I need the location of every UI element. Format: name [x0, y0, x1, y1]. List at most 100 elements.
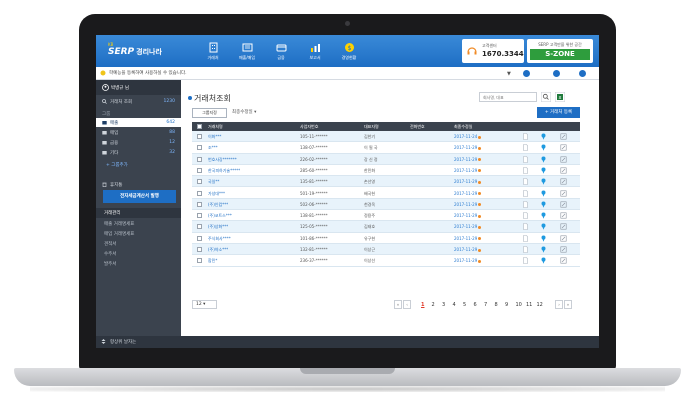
- prev-page-button[interactable]: ‹: [403, 300, 411, 309]
- szone-banner[interactable]: SERP 고객만을 위한 공간 S-ZONE: [527, 39, 593, 63]
- page-number[interactable]: 2: [432, 302, 435, 308]
- table-row[interactable]: (주)상화*** 125-05-****** 김태호 2017-11-29: [192, 221, 580, 233]
- row-checkbox[interactable]: [197, 167, 202, 173]
- page-size-select[interactable]: 12 ▾: [192, 300, 217, 309]
- page-number[interactable]: 5: [463, 302, 466, 308]
- document-icon[interactable]: [522, 223, 529, 231]
- partner-name[interactable]: 조***: [208, 145, 218, 151]
- row-checkbox[interactable]: [197, 213, 202, 219]
- document-icon[interactable]: [522, 155, 529, 163]
- table-row[interactable]: 조*** 138-07-****** 이 필 국 2017-11-29: [192, 142, 580, 154]
- assign-group-button[interactable]: 그룹지정: [192, 108, 227, 118]
- document-icon[interactable]: [522, 167, 529, 174]
- table-row[interactable]: (주)인컴*** 502-06-****** 천경옥 2017-11-29: [192, 198, 580, 211]
- add-partner-button[interactable]: + 거래처 등록: [537, 107, 580, 118]
- edit-icon[interactable]: [560, 201, 567, 208]
- search-input[interactable]: [479, 92, 537, 102]
- location-pin-icon[interactable]: [540, 156, 547, 163]
- partner-name[interactable]: (주)인컴***: [208, 202, 228, 208]
- partner-name[interactable]: (주)상화***: [208, 224, 228, 230]
- row-checkbox[interactable]: [197, 179, 202, 185]
- document-icon[interactable]: [522, 189, 529, 197]
- location-pin-icon[interactable]: [540, 212, 547, 219]
- issue-tax-invoice-button[interactable]: 전자세금계산서 발행: [103, 190, 176, 203]
- location-pin-icon[interactable]: [540, 167, 547, 174]
- row-checkbox[interactable]: [197, 190, 202, 196]
- row-checkbox[interactable]: [197, 156, 202, 162]
- document-icon[interactable]: [522, 178, 529, 185]
- sidebar-link-sales-statement[interactable]: 매출 거래명세표: [104, 221, 134, 227]
- location-pin-icon[interactable]: [540, 144, 547, 152]
- nav-management[interactable]: $ 경영현황: [332, 37, 366, 65]
- page-number[interactable]: 12: [537, 302, 543, 308]
- last-page-button[interactable]: »: [564, 300, 572, 309]
- page-number[interactable]: 9: [505, 302, 508, 308]
- page-number[interactable]: 11: [526, 302, 532, 308]
- sidebar-item-trash[interactable]: 휴지통: [96, 180, 181, 189]
- table-row[interactable]: 가성대*** 501-19-****** 배국헌 2017-11-29: [192, 187, 580, 199]
- partner-name[interactable]: 이화***: [208, 134, 221, 140]
- table-row[interactable]: 국일** 135-81-****** 손선영 2017-11-29: [192, 176, 580, 188]
- edit-icon[interactable]: [560, 235, 567, 242]
- edit-icon[interactable]: [560, 190, 567, 197]
- document-icon[interactable]: [522, 246, 529, 253]
- edit-icon[interactable]: [560, 133, 567, 140]
- settings-icon[interactable]: [553, 70, 560, 77]
- page-number[interactable]: 7: [484, 302, 487, 308]
- sidebar-item-other[interactable]: 기타 32: [96, 148, 181, 157]
- row-checkbox[interactable]: [197, 145, 202, 151]
- home-icon[interactable]: [523, 70, 530, 77]
- location-pin-icon[interactable]: [540, 223, 547, 231]
- sidebar-link-purchase-order[interactable]: 발주서: [104, 261, 116, 267]
- nav-sales-purchase[interactable]: 매출/매입: [230, 37, 264, 65]
- column-header[interactable]: 대표자명: [364, 124, 379, 130]
- table-row[interactable]: (주)약소*** 132-81-****** 이상근 2017-11-29: [192, 244, 580, 256]
- page-number[interactable]: 6: [474, 302, 477, 308]
- sort-arrows-icon[interactable]: [101, 339, 106, 344]
- sidebar-item-purchase[interactable]: 매입 88: [96, 128, 181, 137]
- sidebar-link-purchase-statement[interactable]: 매입 거래명세표: [104, 231, 134, 237]
- sidebar-item-sales[interactable]: 매출 642: [96, 118, 181, 127]
- edit-icon[interactable]: [560, 246, 567, 253]
- location-pin-icon[interactable]: [540, 235, 547, 242]
- page-number[interactable]: 1: [421, 302, 424, 308]
- location-pin-icon[interactable]: [540, 257, 547, 265]
- profile-icon[interactable]: [579, 70, 586, 77]
- sidebar-link-quote[interactable]: 견적서: [104, 241, 116, 247]
- nav-reports[interactable]: 보고서: [298, 37, 332, 65]
- edit-icon[interactable]: [560, 144, 567, 151]
- add-group-link[interactable]: + 그룹추가: [106, 162, 128, 168]
- page-number[interactable]: 4: [453, 302, 456, 308]
- column-header[interactable]: 거래처명: [208, 124, 223, 130]
- table-row[interactable]: 번호사강******* 226-02-****** 강 신 정 2017-11-29: [192, 153, 580, 165]
- nav-finance[interactable]: 금융: [264, 37, 298, 65]
- column-header[interactable]: 전화번호: [410, 124, 425, 130]
- sidebar-item-partner-search[interactable]: 거래처 조회 1230: [96, 97, 181, 106]
- partner-name[interactable]: 번호사강*******: [208, 157, 237, 163]
- partner-name[interactable]: 국일**: [208, 179, 219, 185]
- partner-name[interactable]: 합민*: [208, 258, 217, 264]
- page-number[interactable]: 8: [495, 302, 498, 308]
- sidebar-link-order-received[interactable]: 수주서: [104, 251, 116, 257]
- partner-name[interactable]: 가성대***: [208, 191, 225, 197]
- edit-icon[interactable]: [560, 178, 567, 185]
- location-pin-icon[interactable]: [540, 133, 547, 140]
- partner-name[interactable]: 한국피하기술*****: [208, 168, 240, 174]
- row-checkbox[interactable]: [197, 201, 202, 207]
- page-number[interactable]: 3: [442, 302, 445, 308]
- column-header[interactable]: 사업자번호: [300, 124, 318, 130]
- user-panel[interactable]: 박병규 님: [96, 80, 181, 95]
- table-row[interactable]: (주)코트스*** 138-81-****** 정용주 2017-11-29: [192, 210, 580, 222]
- partner-name[interactable]: (주)코트스***: [208, 213, 232, 219]
- edit-icon[interactable]: [560, 167, 567, 174]
- document-icon[interactable]: [522, 257, 529, 265]
- select-all-checkbox[interactable]: [197, 124, 202, 129]
- table-row[interactable]: 한국피하기술***** 285-60-****** 한민화 2017-11-29: [192, 164, 580, 177]
- dropdown-arrow-icon[interactable]: ▼: [507, 71, 511, 77]
- excel-icon[interactable]: x: [554, 91, 566, 103]
- document-icon[interactable]: [522, 234, 529, 242]
- document-icon[interactable]: [522, 144, 529, 152]
- row-checkbox[interactable]: [197, 258, 202, 264]
- location-pin-icon[interactable]: [540, 178, 547, 185]
- document-icon[interactable]: [522, 133, 529, 140]
